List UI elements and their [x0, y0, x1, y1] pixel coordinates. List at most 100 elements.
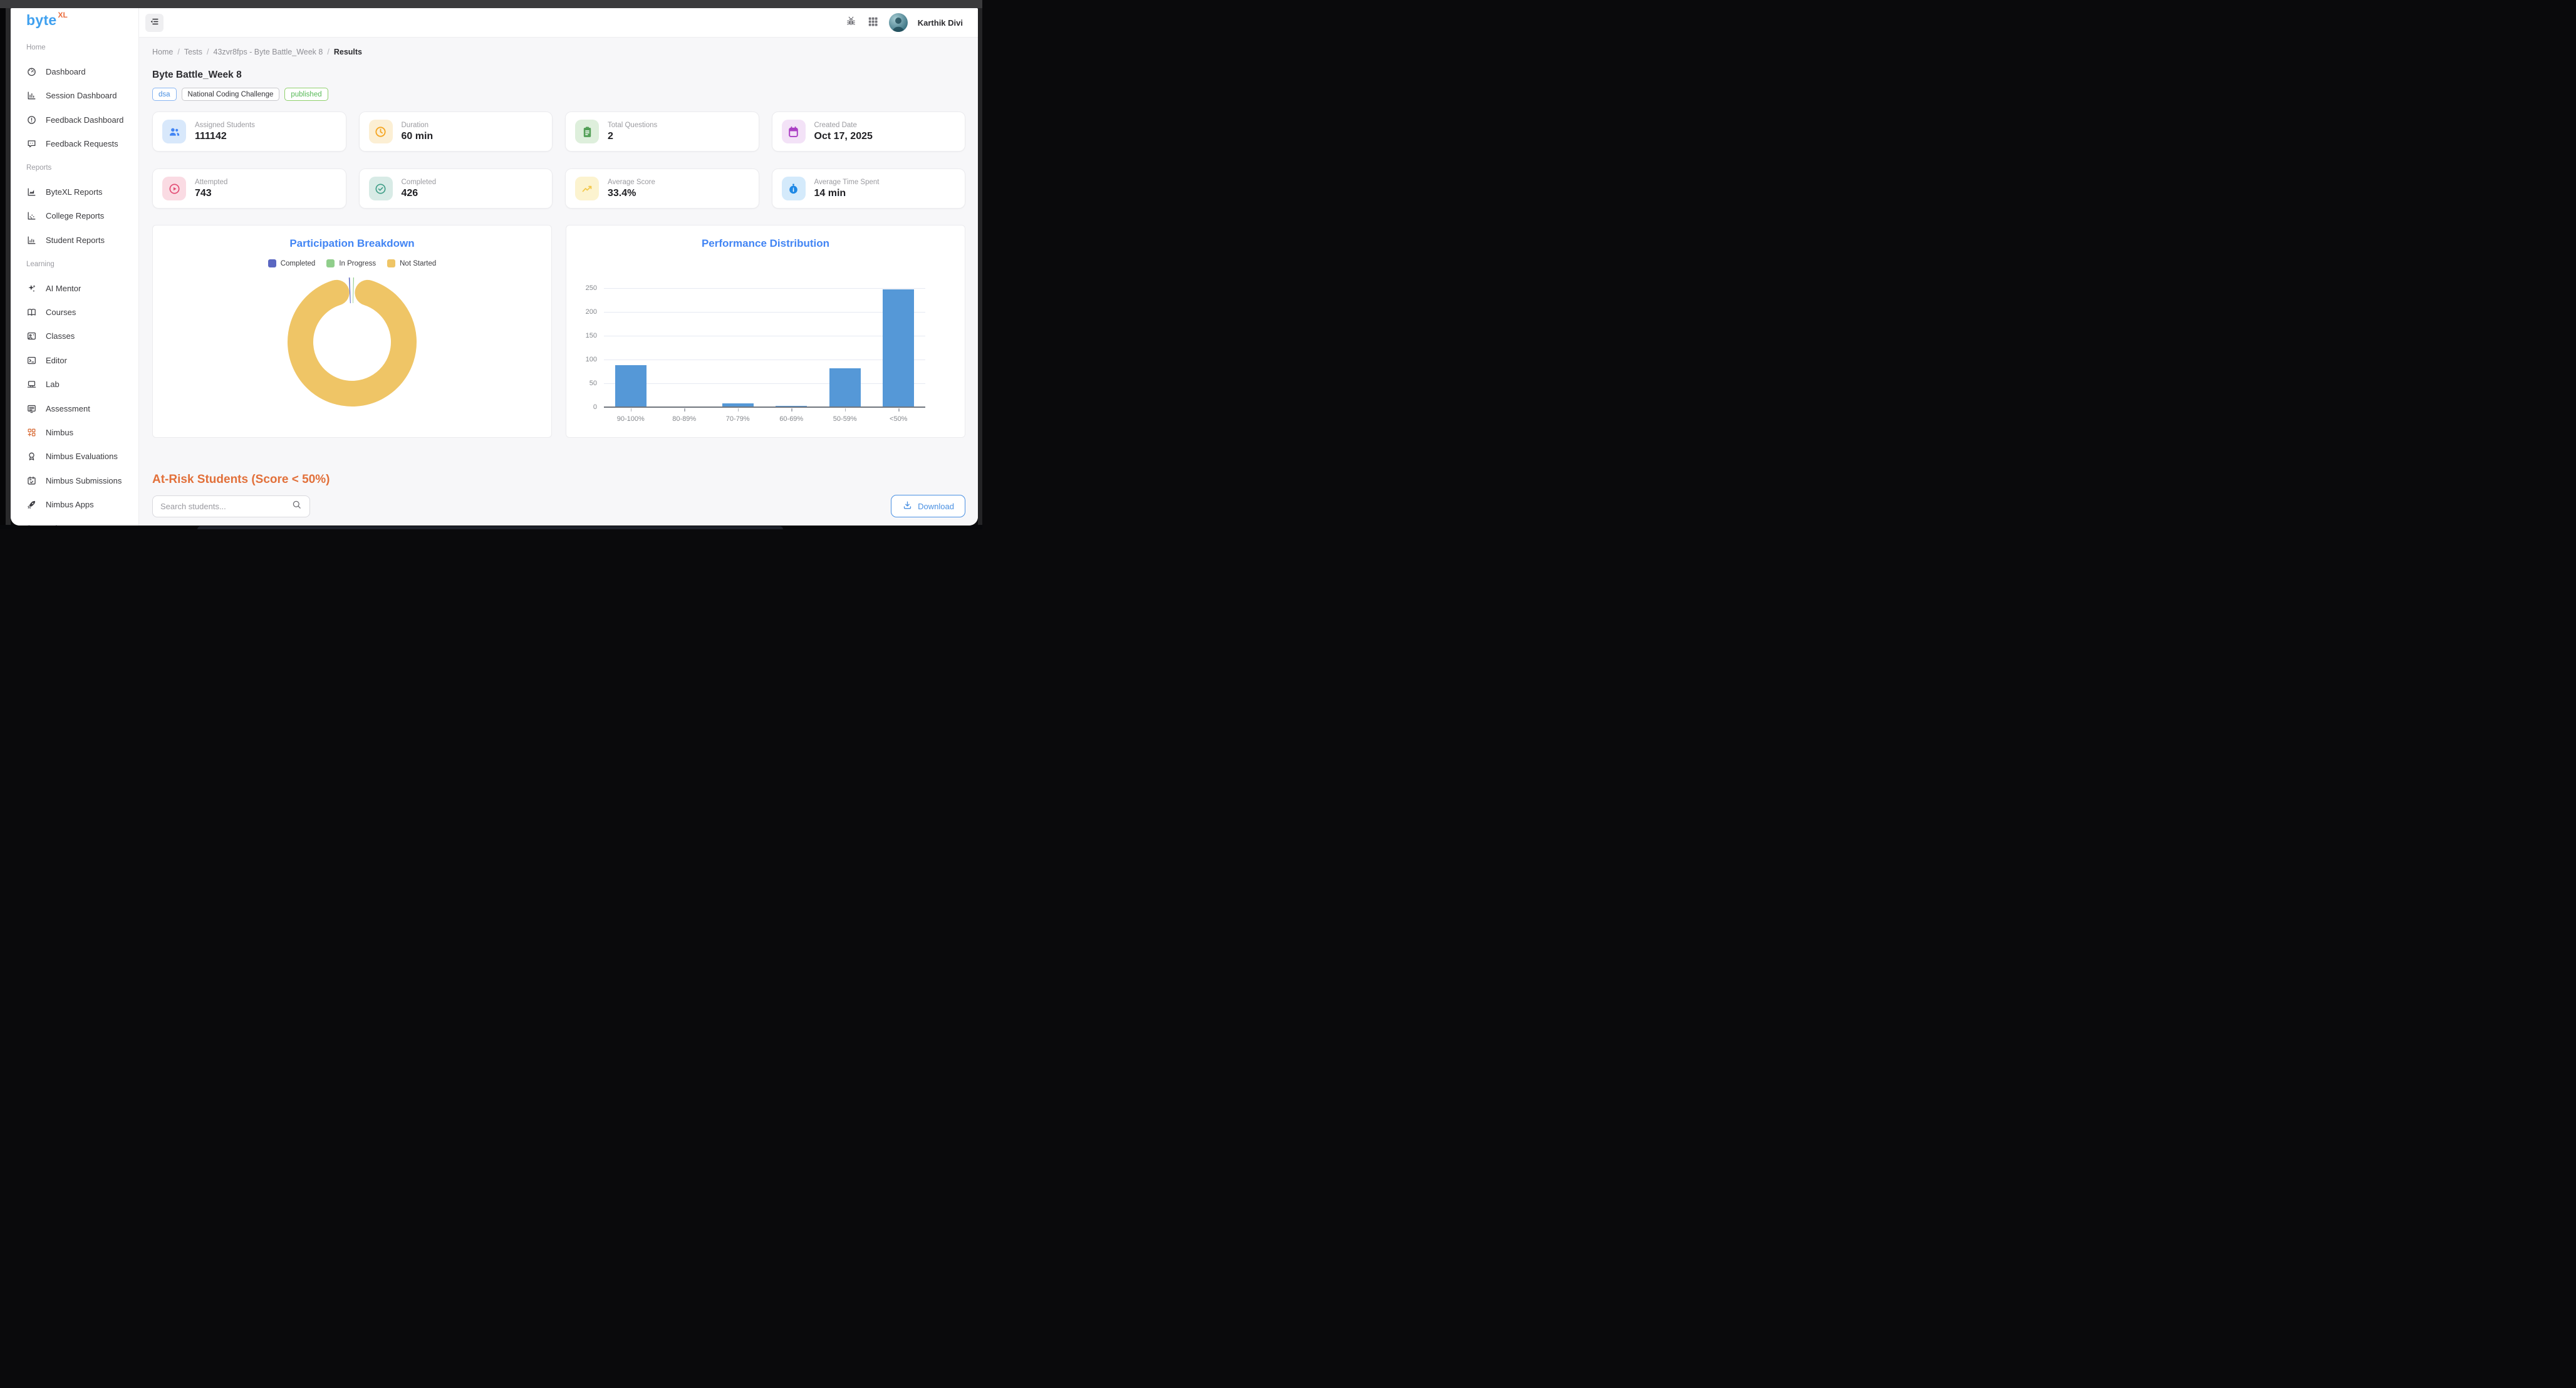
- x-tick-label-80-89: 80-89%: [672, 415, 696, 423]
- search-students-input[interactable]: [160, 502, 286, 511]
- stat-card-completed: Completed426: [359, 168, 553, 209]
- breadcrumb-item-home[interactable]: Home: [152, 48, 173, 56]
- bar-slot-50-59: 50-59%: [818, 288, 872, 407]
- stat-label: Attempted: [195, 179, 227, 186]
- screen-right-edge: [978, 0, 982, 529]
- sidebar-item-label: Classes: [46, 331, 75, 341]
- logo-sup-text: XL: [58, 11, 68, 19]
- calendar-icon: [782, 120, 806, 143]
- legend-label: In Progress: [339, 260, 376, 267]
- stat-value: 2: [608, 131, 657, 142]
- bar-slot-90-100: 90-100%: [604, 288, 658, 407]
- performance-chart-title: Performance Distribution: [566, 237, 965, 250]
- user-name[interactable]: Karthik Divi: [918, 18, 963, 28]
- nimbus-apps-icon: [26, 499, 37, 510]
- logo-text: byte: [26, 12, 57, 29]
- sidebar-item-college-reports[interactable]: College Reports: [11, 204, 138, 228]
- sidebar-item-assessment[interactable]: Assessment: [11, 396, 138, 420]
- bytexl-logo[interactable]: byteXL: [11, 9, 138, 31]
- avatar[interactable]: [889, 13, 908, 32]
- stat-label: Duration: [402, 122, 434, 129]
- stats-grid: Assigned Students111142 Duration60 min Tot…: [152, 111, 965, 209]
- x-tick-label-70-79: 70-79%: [726, 415, 750, 423]
- performance-bar-chart: 050100150200250 90-100%80-89%70-79%60-69…: [604, 288, 925, 407]
- sidebar-item-label: Feedback Dashboard: [46, 115, 123, 125]
- sidebar-collapse-button[interactable]: [145, 14, 164, 32]
- legend-item-in-progress[interactable]: In Progress: [326, 259, 376, 267]
- tag-published: published: [284, 88, 328, 101]
- sidebar-item-bytexl-reports[interactable]: ByteXL Reports: [11, 180, 138, 204]
- classes-icon: [26, 331, 37, 341]
- clipboard-icon: [575, 120, 599, 143]
- x-tick: [898, 408, 900, 412]
- legend-swatch-in-progress: [326, 259, 335, 267]
- sidebar-item-courses[interactable]: Courses: [11, 300, 138, 324]
- stat-label: Created Date: [814, 122, 873, 129]
- stat-card-assigned-students: Assigned Students111142: [152, 111, 346, 152]
- sidebar-item-nimbus-apps[interactable]: Nimbus Apps: [11, 492, 138, 516]
- sidebar-section-label-home: Home: [11, 36, 138, 60]
- breadcrumb-item-results: Results: [334, 48, 362, 56]
- sidebar-item-nimbus[interactable]: Nimbus: [11, 420, 138, 444]
- stat-card-duration: Duration60 min: [359, 111, 553, 152]
- sidebar-item-ai-mentor[interactable]: AI Mentor: [11, 276, 138, 300]
- courses-icon: [26, 307, 37, 318]
- x-tick-label-60-69: 60-69%: [779, 415, 803, 423]
- stat-label: Average Time Spent: [814, 179, 880, 186]
- sidebar-item-nimbus-submissions[interactable]: Nimbus Submissions: [11, 469, 138, 492]
- stat-value: 33.4%: [608, 188, 655, 199]
- stat-card-total-questions: Total Questions2: [565, 111, 759, 152]
- breadcrumb-separator: /: [327, 48, 329, 56]
- sidebar-item-label: College Reports: [46, 211, 104, 220]
- y-tick-label-50: 50: [589, 380, 597, 387]
- bar-chart-bars: 90-100%80-89%70-79%60-69%50-59%<50%: [604, 288, 925, 407]
- apps-grid-button[interactable]: [867, 16, 879, 29]
- x-tick-label-50: <50%: [890, 415, 907, 423]
- sidebar-item-feedback-dashboard[interactable]: Feedback Dashboard: [11, 108, 138, 132]
- sidebar-item-editor[interactable]: Editor: [11, 348, 138, 372]
- tags-row: dsaNational Coding Challengepublished: [152, 88, 965, 101]
- stat-value: Oct 17, 2025: [814, 131, 873, 142]
- at-risk-title: At-Risk Students (Score < 50%): [152, 473, 965, 487]
- y-tick-label-100: 100: [586, 356, 597, 363]
- legend-item-completed[interactable]: Completed: [268, 259, 316, 267]
- nimbus-icon: [26, 427, 37, 438]
- at-risk-toolbar: Download: [152, 495, 965, 517]
- collapse-menu-icon: [149, 16, 160, 29]
- page-content: Home/Tests/43zvr8fps - Byte Battle_Week …: [139, 38, 978, 526]
- sidebar-item-label: ByteXL Reports: [46, 187, 103, 197]
- breadcrumb: Home/Tests/43zvr8fps - Byte Battle_Week …: [152, 48, 965, 56]
- sidebar-item-label: Feedback Requests: [46, 139, 118, 148]
- sidebar-item-lab[interactable]: Lab: [11, 372, 138, 396]
- sidebar-item-student-reports[interactable]: Student Reports: [11, 228, 138, 252]
- sidebar-section-label-learning: Learning: [11, 252, 138, 276]
- apps-grid-icon: [867, 16, 879, 29]
- legend-item-not-started[interactable]: Not Started: [387, 259, 436, 267]
- breadcrumb-item-tests[interactable]: Tests: [184, 48, 202, 56]
- bug-report-button[interactable]: [845, 16, 857, 29]
- feedback-requests-icon: [26, 138, 37, 149]
- trending-up-icon: [575, 177, 599, 200]
- ai-mentor-icon: [26, 283, 37, 294]
- sidebar-item-session-dashboard[interactable]: Session Dashboard: [11, 84, 138, 108]
- sidebar-item-label: Session Dashboard: [46, 91, 117, 100]
- top-header: Karthik Divi: [139, 8, 978, 38]
- sidebar-item-feedback-requests[interactable]: Feedback Requests: [11, 132, 138, 156]
- main-column: Karthik Divi Home/Tests/43zvr8fps - Byte…: [139, 8, 978, 526]
- stat-card-average-time-spent: Average Time Spent14 min: [772, 168, 966, 209]
- sidebar-item-label: Student Reports: [46, 236, 105, 245]
- legend-label: Completed: [281, 260, 316, 267]
- check-circle-icon: [369, 177, 393, 200]
- sidebar-item-classes[interactable]: Classes: [11, 324, 138, 348]
- sidebar-item-label: AI Mentor: [46, 284, 81, 293]
- download-button[interactable]: Download: [891, 495, 965, 517]
- y-tick-label-250: 250: [586, 284, 597, 292]
- stat-label: Assigned Students: [195, 122, 255, 129]
- breadcrumb-item-43zvr8fps-byte-battle-week-8[interactable]: 43zvr8fps - Byte Battle_Week 8: [214, 48, 323, 56]
- lab-icon: [26, 379, 37, 390]
- sidebar-item-label: Courses: [46, 308, 76, 317]
- sidebar-item-nimbus-evaluations[interactable]: Nimbus Evaluations: [11, 445, 138, 469]
- sidebar-item-dashboard[interactable]: Dashboard: [11, 60, 138, 83]
- bytexl-reports-icon: [26, 187, 37, 197]
- student-search-box: [152, 495, 310, 517]
